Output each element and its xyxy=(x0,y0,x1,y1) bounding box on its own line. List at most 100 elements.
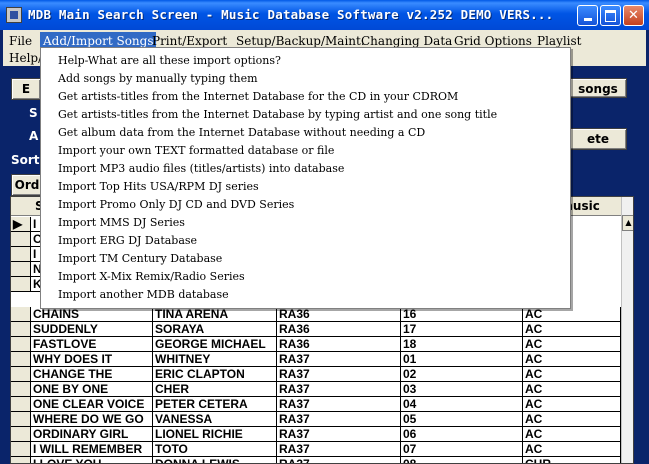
menu-item-help-import-options[interactable]: Help-What are all these import options? xyxy=(42,52,569,70)
row-selector-icon: ▶ xyxy=(11,217,31,232)
search-label: S xyxy=(29,106,38,120)
title-cell: CHAINS xyxy=(31,307,153,322)
artist-cell: SORAYA xyxy=(153,322,277,337)
menu-item-internet-album[interactable]: Get album data from the Internet Databas… xyxy=(42,124,569,142)
table-row[interactable]: WHY DOES IT WHITNEY RA37 01 AC xyxy=(11,352,621,367)
artist-cell: LIONEL RICHIE xyxy=(153,427,277,442)
artist-cell: ERIC CLAPTON xyxy=(153,367,277,382)
disc-cell: RA37 xyxy=(277,442,401,457)
maximize-button[interactable] xyxy=(600,5,621,26)
order-button[interactable]: Ord xyxy=(11,174,43,196)
table-row[interactable]: ORDINARY GIRL LIONEL RICHIE RA37 06 AC xyxy=(11,427,621,442)
title-cell: SUDDENLY xyxy=(31,322,153,337)
row-selector xyxy=(11,412,31,427)
table-row[interactable]: CHANGE THE ERIC CLAPTON RA37 02 AC xyxy=(11,367,621,382)
vertical-scrollbar[interactable]: ▲ xyxy=(621,197,633,463)
row-selector xyxy=(11,247,31,262)
artist-cell: CHER xyxy=(153,382,277,397)
title-cell: ONE BY ONE xyxy=(31,382,153,397)
title-bar: MDB Main Search Screen - Music Database … xyxy=(0,0,649,30)
menu-item-internet-artist[interactable]: Get artists-titles from the Internet Dat… xyxy=(42,106,569,124)
track-cell: 05 xyxy=(401,412,523,427)
artist-cell: WHITNEY xyxy=(153,352,277,367)
menu-item-import-promo-only[interactable]: Import Promo Only DJ CD and DVD Series xyxy=(42,196,569,214)
menu-item-internet-cd[interactable]: Get artists-titles from the Internet Dat… xyxy=(42,88,569,106)
category-cell: AC xyxy=(523,322,621,337)
close-button[interactable]: ✕ xyxy=(623,5,644,26)
menu-item-import-mp3[interactable]: Import MP3 audio files (titles/artists) … xyxy=(42,160,569,178)
close-icon: ✕ xyxy=(628,8,639,23)
table-row[interactable]: WHERE DO WE GO VANESSA RA37 05 AC xyxy=(11,412,621,427)
disc-cell: RA37 xyxy=(277,427,401,442)
menu-item-import-x-mix[interactable]: Import X-Mix Remix/Radio Series xyxy=(42,268,569,286)
app-icon[interactable] xyxy=(6,7,22,23)
title-cell: I WILL REMEMBER xyxy=(31,442,153,457)
menu-item-import-mdb[interactable]: Import another MDB database xyxy=(42,286,569,304)
row-selector xyxy=(11,427,31,442)
row-selector xyxy=(11,307,31,322)
table-row[interactable]: CHAINS TINA ARENA RA36 16 AC xyxy=(11,307,621,322)
track-cell: 04 xyxy=(401,397,523,412)
minimize-button[interactable] xyxy=(577,5,598,26)
disc-cell: RA37 xyxy=(277,397,401,412)
row-selector xyxy=(11,337,31,352)
category-cell: AC xyxy=(523,442,621,457)
title-cell: WHERE DO WE GO xyxy=(31,412,153,427)
maximize-icon xyxy=(605,10,616,22)
category-cell: AC xyxy=(523,307,621,322)
title-cell: FASTLOVE xyxy=(31,337,153,352)
disc-cell: RA37 xyxy=(277,352,401,367)
track-cell: 17 xyxy=(401,322,523,337)
menu-item-import-mms[interactable]: Import MMS DJ Series xyxy=(42,214,569,232)
artist-cell: GEORGE MICHAEL xyxy=(153,337,277,352)
disc-cell: RA36 xyxy=(277,307,401,322)
row-selector xyxy=(11,367,31,382)
disc-cell: RA37 xyxy=(277,382,401,397)
row-selector xyxy=(11,457,31,463)
title-cell: CHANGE THE xyxy=(31,367,153,382)
menu-item-import-erg[interactable]: Import ERG DJ Database xyxy=(42,232,569,250)
artist-cell: DONNA LEWIS xyxy=(153,457,277,463)
track-cell: 07 xyxy=(401,442,523,457)
artist-cell: VANESSA xyxy=(153,412,277,427)
window-title: MDB Main Search Screen - Music Database … xyxy=(28,7,554,22)
track-cell: 08 xyxy=(401,457,523,463)
e-button[interactable]: E xyxy=(11,78,41,100)
row-selector xyxy=(11,322,31,337)
disc-cell: RA37 xyxy=(277,457,401,463)
table-row[interactable]: ONE BY ONE CHER RA37 03 AC xyxy=(11,382,621,397)
table-row[interactable]: I LOVE YOU DONNA LEWIS RA37 08 CHR xyxy=(11,457,621,463)
artist-cell: TOTO xyxy=(153,442,277,457)
songs-button[interactable]: songs xyxy=(569,78,627,98)
table-row[interactable]: SUDDENLY SORAYA RA36 17 AC xyxy=(11,322,621,337)
category-cell: AC xyxy=(523,367,621,382)
disc-cell: RA37 xyxy=(277,367,401,382)
menu-item-import-tm-century[interactable]: Import TM Century Database xyxy=(42,250,569,268)
minimize-icon xyxy=(583,18,592,21)
title-cell: I LOVE YOU xyxy=(31,457,153,463)
row-selector xyxy=(11,277,31,292)
artist-cell: TINA ARENA xyxy=(153,307,277,322)
track-cell: 01 xyxy=(401,352,523,367)
title-cell: ORDINARY GIRL xyxy=(31,427,153,442)
table-row[interactable]: FASTLOVE GEORGE MICHAEL RA36 18 AC xyxy=(11,337,621,352)
row-selector xyxy=(11,352,31,367)
menu-item-import-text[interactable]: Import your own TEXT formatted database … xyxy=(42,142,569,160)
category-cell: AC xyxy=(523,427,621,442)
sort-label: Sort xyxy=(11,153,40,167)
track-cell: 18 xyxy=(401,337,523,352)
category-cell: AC xyxy=(523,382,621,397)
delete-button[interactable]: ete xyxy=(569,128,627,150)
disc-cell: RA36 xyxy=(277,337,401,352)
menu-item-import-top-hits[interactable]: Import Top Hits USA/RPM DJ series xyxy=(42,178,569,196)
scroll-up-icon[interactable]: ▲ xyxy=(622,215,633,231)
category-cell: AC xyxy=(523,397,621,412)
table-row[interactable]: I WILL REMEMBER TOTO RA37 07 AC xyxy=(11,442,621,457)
title-cell: ONE CLEAR VOICE xyxy=(31,397,153,412)
table-row[interactable]: ONE CLEAR VOICE PETER CETERA RA37 04 AC xyxy=(11,397,621,412)
category-cell: AC xyxy=(523,412,621,427)
artist-label: A xyxy=(29,129,39,143)
row-selector xyxy=(11,232,31,247)
track-cell: 02 xyxy=(401,367,523,382)
menu-item-add-songs-manually[interactable]: Add songs by manually typing them xyxy=(42,70,569,88)
